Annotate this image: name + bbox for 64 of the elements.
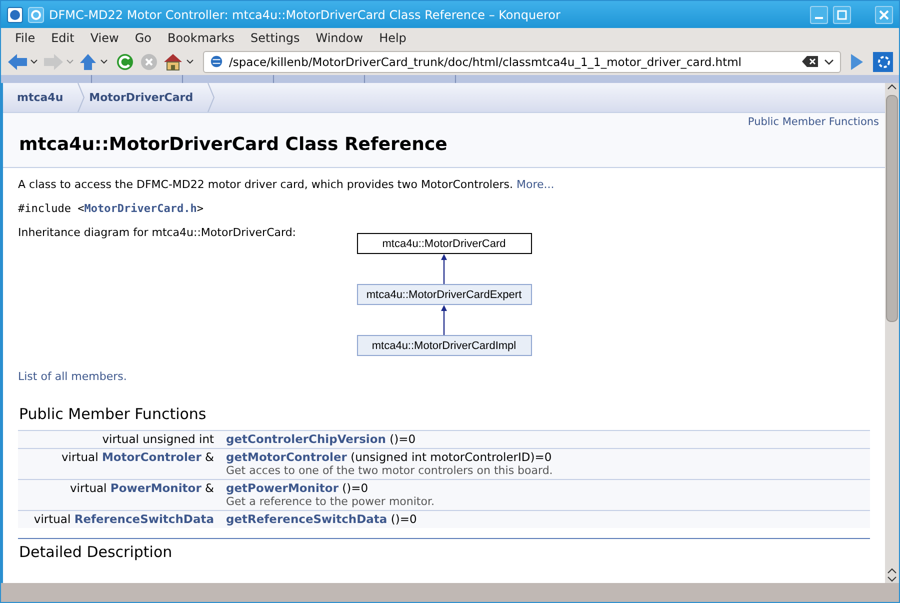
type-link[interactable]: ReferenceSwitchData <box>74 512 214 526</box>
summary-link[interactable]: Public Member Functions <box>748 116 879 128</box>
function-link[interactable]: getControlerChipVersion <box>226 432 386 446</box>
scroll-down-icon[interactable] <box>887 575 897 583</box>
scroll-up-icon[interactable] <box>887 83 897 91</box>
reload-icon[interactable] <box>115 52 135 72</box>
menu-item[interactable]: Help <box>371 31 414 45</box>
function-signature: getPowerMonitor ()=0 <box>226 481 370 495</box>
menu-item[interactable]: Settings <box>242 31 308 45</box>
breadcrumb-link[interactable]: mtca4u <box>3 83 78 112</box>
all-members-link[interactable]: List of all members. <box>18 370 127 383</box>
location-field[interactable]: /space/killenb/MotorDriverCard_trunk/doc/html/classmtca4u_1_1_motor_driver_card.html <box>203 50 841 72</box>
return-type: virtual PowerMonitor & <box>18 480 220 510</box>
minimize-button[interactable] <box>810 6 828 24</box>
section-heading: Detailed Description <box>19 543 174 561</box>
clear-icon[interactable] <box>802 56 818 67</box>
return-type: virtual ReferenceSwitchData <box>18 510 220 528</box>
inheritance-arrow <box>440 254 448 284</box>
function-link[interactable]: getPowerMonitor <box>226 481 338 495</box>
globe-icon <box>210 55 223 68</box>
window-menu-icon[interactable] <box>28 6 44 22</box>
inheritance-arrow <box>440 305 448 335</box>
close-icon <box>879 10 889 20</box>
function-signature: getReferenceSwitchData ()=0 <box>226 512 418 526</box>
function-description: Get acces to one of the two motor controlers on this board. <box>226 464 554 477</box>
page-title: mtca4u::MotorDriverCard Class Reference <box>19 134 448 155</box>
globe-icon <box>7 6 23 22</box>
section-heading: Public Member Functions <box>19 405 208 423</box>
class-node[interactable]: mtca4u::MotorDriverCardExpert <box>356 284 532 305</box>
class-node[interactable]: mtca4u::MotorDriverCardImpl <box>356 335 532 356</box>
function-description: Get a reference to the power monitor. <box>226 495 436 508</box>
class-node[interactable]: mtca4u::MotorDriverCard <box>356 233 532 254</box>
forward-arrow-icon <box>43 52 75 70</box>
menu-item[interactable]: File <box>7 31 44 45</box>
menu-item[interactable]: Go <box>126 31 160 45</box>
scrollbar[interactable] <box>885 83 899 583</box>
function-link[interactable]: getMotorControler <box>226 450 347 464</box>
menu-item[interactable]: View <box>82 31 127 45</box>
header-file-link[interactable]: MotorDriverCard.h <box>84 202 197 215</box>
inheritance-label: Inheritance diagram for mtca4u::MotorDriverCard: <box>18 226 298 239</box>
type-link[interactable]: MotorControler <box>102 450 202 464</box>
breadcrumb-link[interactable]: MotorDriverCard <box>85 83 208 112</box>
return-type: virtual MotorControler & <box>18 448 220 480</box>
brief-description: A class to access the DFMC-MD22 motor driver card, which provides two MotorControlers. More... <box>18 178 556 191</box>
return-type: virtual unsigned int <box>18 430 220 448</box>
include-line: #include <MotorDriverCard.h> <box>18 202 204 215</box>
more-link[interactable]: More... <box>516 178 554 191</box>
type-link[interactable]: PowerMonitor <box>110 481 202 495</box>
home-icon[interactable] <box>163 52 195 72</box>
maximize-icon <box>837 10 847 20</box>
caret-icon[interactable] <box>824 58 834 66</box>
back-arrow-icon[interactable] <box>7 52 39 70</box>
maximize-button[interactable] <box>833 6 851 24</box>
minimize-icon <box>815 16 823 18</box>
stop-icon <box>139 52 159 72</box>
function-link[interactable]: getReferenceSwitchData <box>226 512 388 526</box>
function-signature: getMotorControler (unsigned int motorControlerID)=0 <box>226 450 553 464</box>
window-title: DFMC-MD22 Motor Controller: mtca4u::MotorDriverCard Class Reference – Konqueror <box>49 8 562 22</box>
menu-item[interactable]: Edit <box>43 31 82 45</box>
menu-item[interactable]: Window <box>308 31 372 45</box>
scroll-up-icon[interactable] <box>887 567 897 575</box>
close-button[interactable] <box>875 6 893 24</box>
function-signature: getControlerChipVersion ()=0 <box>226 432 417 446</box>
menu-item[interactable]: Bookmarks <box>159 31 243 45</box>
